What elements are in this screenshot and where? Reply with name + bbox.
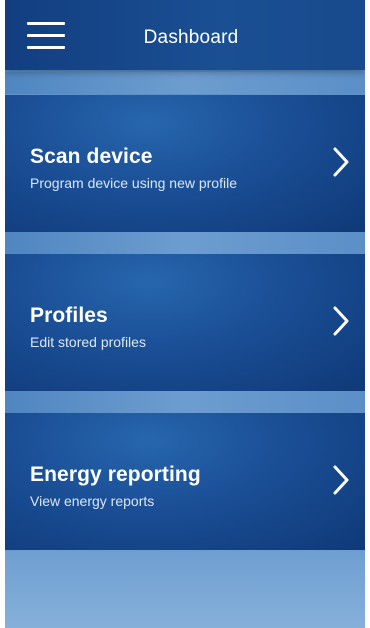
- profiles-card[interactable]: Profiles Edit stored profiles: [5, 254, 365, 391]
- energy-reporting-card[interactable]: Energy reporting View energy reports: [5, 413, 365, 550]
- card-title: Scan device: [30, 145, 153, 168]
- scan-device-card[interactable]: Scan device Program device using new pro…: [5, 95, 365, 232]
- page-title: Dashboard: [143, 27, 239, 48]
- divider-stripe: [5, 232, 365, 254]
- card-title: Profiles: [30, 304, 108, 327]
- bottom-background: [5, 550, 365, 628]
- divider-stripe: [5, 391, 365, 413]
- chevron-right-icon: [333, 306, 349, 336]
- app-header: Dashboard: [5, 0, 365, 70]
- chevron-right-icon: [333, 147, 349, 177]
- card-subtitle: Program device using new profile: [30, 175, 237, 191]
- card-title: Energy reporting: [30, 463, 201, 486]
- divider-stripe: [5, 72, 365, 94]
- card-subtitle: Edit stored profiles: [30, 334, 146, 350]
- app-screen: Dashboard Scan device Program device usi…: [5, 0, 365, 628]
- card-subtitle: View energy reports: [30, 493, 155, 509]
- menu-bar-line: [27, 22, 65, 25]
- chevron-right-icon: [333, 465, 349, 495]
